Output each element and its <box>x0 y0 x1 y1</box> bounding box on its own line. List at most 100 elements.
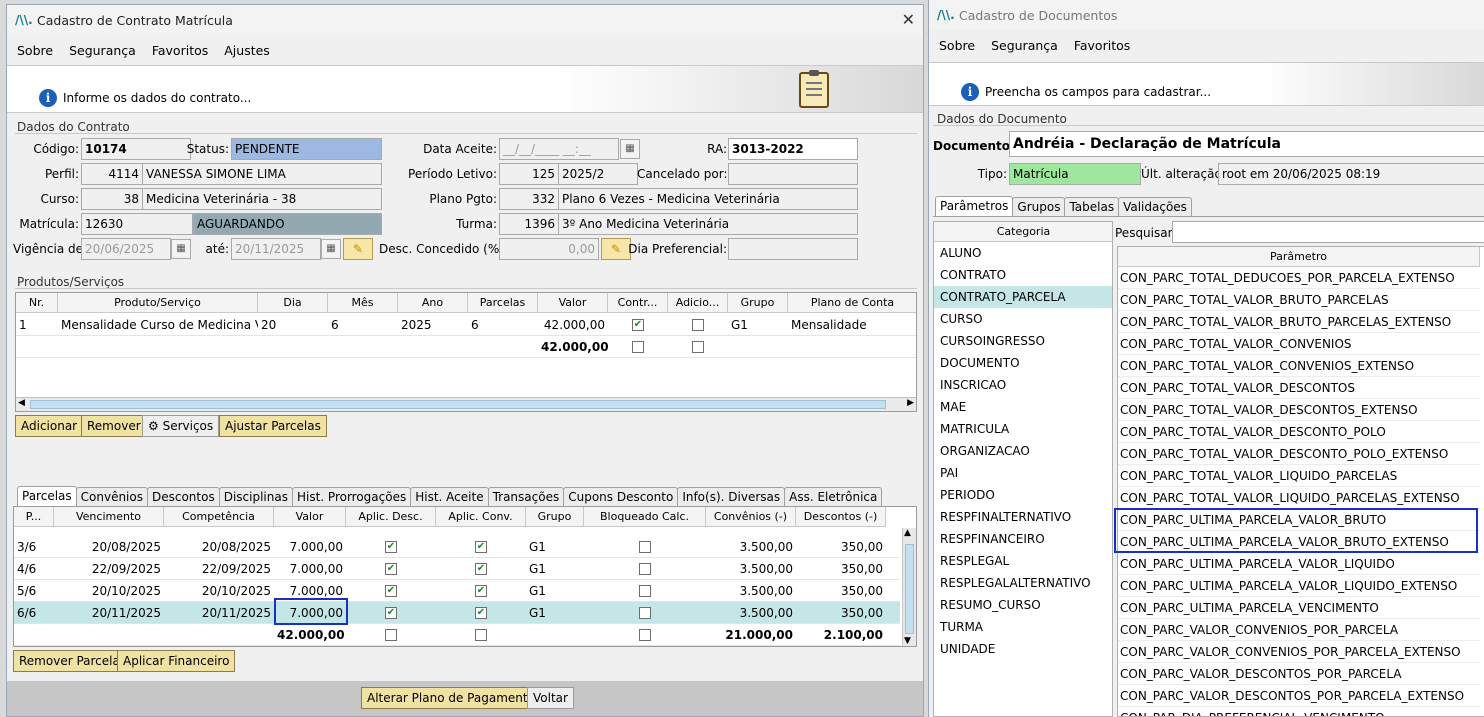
col-nr[interactable]: Nr. <box>16 293 58 313</box>
tab-disciplinas[interactable]: Disciplinas <box>218 487 293 506</box>
contr-checkbox[interactable]: ✔ <box>608 314 668 336</box>
tab-infos[interactable]: Info(s). Diversas <box>677 487 786 506</box>
aplic-conv-checkbox[interactable]: ✔ <box>436 602 526 624</box>
curso-name-field[interactable]: Medicina Veterinária - 38 <box>142 188 382 210</box>
parametro-item[interactable]: CON_PARC_TOTAL_VALOR_BRUTO_PARCELAS <box>1118 289 1480 311</box>
col-convenios[interactable]: Convênios (-) <box>706 507 796 527</box>
col-ano[interactable]: Ano <box>398 293 468 313</box>
calendar-icon[interactable]: ▦ <box>620 139 640 159</box>
col-vencimento[interactable]: Vencimento <box>54 507 164 527</box>
categoria-item[interactable]: RESPLEGALALTERNATIVO <box>934 572 1112 594</box>
categoria-item[interactable]: CONTRATO <box>934 264 1112 286</box>
parametro-item[interactable]: CON_PARC_TOTAL_VALOR_DESCONTOS <box>1118 377 1480 399</box>
categoria-item[interactable]: MAE <box>934 396 1112 418</box>
categoria-item[interactable]: ORGANIZACAO <box>934 440 1112 462</box>
col-competencia[interactable]: Competência <box>164 507 274 527</box>
close-icon[interactable]: ✕ <box>902 10 915 29</box>
documento-field[interactable]: Andréia - Declaração de Matrícula <box>1009 131 1484 157</box>
tab-parametros[interactable]: Parâmetros <box>935 196 1014 216</box>
menu-sobre[interactable]: Sobre <box>939 38 975 53</box>
remover-parcela-button[interactable]: Remover Parcela <box>13 650 126 672</box>
parametro-item[interactable]: CON_PARC_VALOR_DESCONTOS_POR_PARCELA <box>1118 663 1480 685</box>
parametro-item[interactable]: CON_PARC_VALOR_CONVENIOS_POR_PARCELA_EXT… <box>1118 641 1480 663</box>
tab-hist-aceite[interactable]: Hist. Aceite <box>410 487 489 506</box>
categoria-item[interactable]: RESPLEGAL <box>934 550 1112 572</box>
tab-validacoes[interactable]: Validações <box>1118 197 1192 216</box>
table-row-selected[interactable]: 6/6 20/11/2025 20/11/2025 7.000,00 ✔ ✔ G… <box>14 602 900 624</box>
col-contr[interactable]: Contr... <box>608 293 668 313</box>
tab-ass-eletronica[interactable]: Ass. Eletrônica <box>784 487 883 506</box>
vertical-scrollbar[interactable]: ▲ ▼ <box>902 528 916 646</box>
col-produto[interactable]: Produto/Serviço <box>58 293 258 313</box>
matricula-id-field[interactable]: 12630 <box>81 213 193 235</box>
parametro-item[interactable]: CON_PARC_ULTIMA_PARCELA_VALOR_LIQUIDO <box>1118 553 1480 575</box>
col-plano[interactable]: Plano de Conta <box>788 293 916 313</box>
categoria-item[interactable]: MATRICULA <box>934 418 1112 440</box>
parametro-item[interactable]: CON_PARC_TOTAL_DEDUCOES_POR_PARCELA_EXTE… <box>1118 267 1480 289</box>
table-row[interactable]: 3/6 20/08/2025 20/08/2025 7.000,00 ✔ ✔ G… <box>14 536 900 558</box>
categoria-item[interactable]: DOCUMENTO <box>934 352 1112 374</box>
categoria-item[interactable]: CONTRATO_PARCELA <box>934 286 1112 308</box>
aplic-desc-checkbox[interactable]: ✔ <box>346 580 436 602</box>
menu-seguranca[interactable]: Segurança <box>991 38 1058 53</box>
parametro-item[interactable]: CON_PARC_ULTIMA_PARCELA_VENCIMENTO <box>1118 597 1480 619</box>
ajustar-parcelas-button[interactable]: Ajustar Parcelas <box>219 415 327 437</box>
pesquisar-input[interactable] <box>1172 221 1484 243</box>
categoria-item[interactable]: CURSOINGRESSO <box>934 330 1112 352</box>
categoria-item[interactable]: RESPFINALTERNATIVO <box>934 506 1112 528</box>
aplic-conv-checkbox[interactable]: ✔ <box>436 580 526 602</box>
aplic-conv-checkbox[interactable] <box>436 624 526 646</box>
menu-favoritos[interactable]: Favoritos <box>1074 38 1130 53</box>
ra-field[interactable]: 3013-2022 <box>728 138 858 160</box>
perfil-id-field[interactable]: 4114 <box>81 163 143 185</box>
alterar-plano-button[interactable]: Alterar Plano de Pagamento <box>361 687 541 709</box>
status-field[interactable]: PENDENTE <box>231 138 382 160</box>
codigo-field[interactable]: 10174 <box>81 138 191 160</box>
tipo-field[interactable]: Matrícula <box>1009 163 1141 185</box>
adicio-checkbox[interactable] <box>668 336 728 358</box>
tab-convenios[interactable]: Convênios <box>75 487 148 506</box>
menu-sobre[interactable]: Sobre <box>17 43 53 58</box>
table-row[interactable]: 1 Mensalidade Curso de Medicina Ve... 20… <box>16 314 916 336</box>
col-valor[interactable]: Valor <box>274 507 346 527</box>
table-row[interactable]: 4/6 22/09/2025 22/09/2025 7.000,00 ✔ ✔ G… <box>14 558 900 580</box>
parametro-item[interactable]: CON_PARC_TOTAL_VALOR_DESCONTO_POLO <box>1118 421 1480 443</box>
categoria-item[interactable]: PAI <box>934 462 1112 484</box>
categoria-item[interactable]: INSCRICAO <box>934 374 1112 396</box>
col-aplic-desc[interactable]: Aplic. Desc. <box>346 507 436 527</box>
parametro-item[interactable]: CON_PAR_DIA_PREFERENCIAL_VENCIMENTO <box>1118 707 1480 716</box>
vigencia-de-field[interactable]: 20/06/2025 <box>81 238 171 260</box>
col-descontos[interactable]: Descontos (-) <box>796 507 886 527</box>
desc-concedido-field[interactable]: 0,00 <box>499 238 599 260</box>
parametro-item[interactable]: CON_PARC_TOTAL_VALOR_LIQUIDO_PARCELAS <box>1118 465 1480 487</box>
parametro-item[interactable]: CON_PARC_TOTAL_VALOR_DESCONTOS_EXTENSO <box>1118 399 1480 421</box>
parametro-item[interactable]: CON_PARC_TOTAL_VALOR_DESCONTO_POLO_EXTEN… <box>1118 443 1480 465</box>
parametro-item[interactable]: CON_PARC_TOTAL_VALOR_BRUTO_PARCELAS_EXTE… <box>1118 311 1480 333</box>
adicionar-button[interactable]: Adicionar <box>15 415 84 437</box>
adicio-checkbox[interactable] <box>668 314 728 336</box>
curso-id-field[interactable]: 38 <box>81 188 143 210</box>
aplic-desc-checkbox[interactable] <box>346 624 436 646</box>
menu-seguranca[interactable]: Segurança <box>69 43 136 58</box>
horizontal-scrollbar[interactable]: ◀ ▶ <box>16 397 916 411</box>
bloqueado-checkbox[interactable] <box>584 580 706 602</box>
bloqueado-checkbox[interactable] <box>584 602 706 624</box>
periodo-id-field[interactable]: 125 <box>499 163 559 185</box>
aplic-conv-checkbox[interactable]: ✔ <box>436 558 526 580</box>
tab-grupos[interactable]: Grupos <box>1012 197 1066 216</box>
parametro-item[interactable]: CON_PARC_VALOR_CONVENIOS_POR_PARCELA <box>1118 619 1480 641</box>
bloqueado-checkbox[interactable] <box>584 624 706 646</box>
contr-checkbox[interactable] <box>608 336 668 358</box>
categoria-item[interactable]: RESPFINANCEIRO <box>934 528 1112 550</box>
plano-id-field[interactable]: 332 <box>499 188 559 210</box>
col-parcelas[interactable]: Parcelas <box>468 293 538 313</box>
calendar-icon[interactable]: ▦ <box>321 239 341 259</box>
col-p[interactable]: P... <box>14 507 54 527</box>
vigencia-ate-field[interactable]: 20/11/2025 <box>231 238 321 260</box>
aplic-desc-checkbox[interactable]: ✔ <box>346 558 436 580</box>
col-grupo[interactable]: Grupo <box>728 293 788 313</box>
cancelado-field[interactable] <box>728 163 858 185</box>
servicos-button[interactable]: ⚙ Serviços <box>142 415 220 437</box>
tab-parcelas[interactable]: Parcelas <box>17 486 77 506</box>
col-valor[interactable]: Valor <box>538 293 608 313</box>
